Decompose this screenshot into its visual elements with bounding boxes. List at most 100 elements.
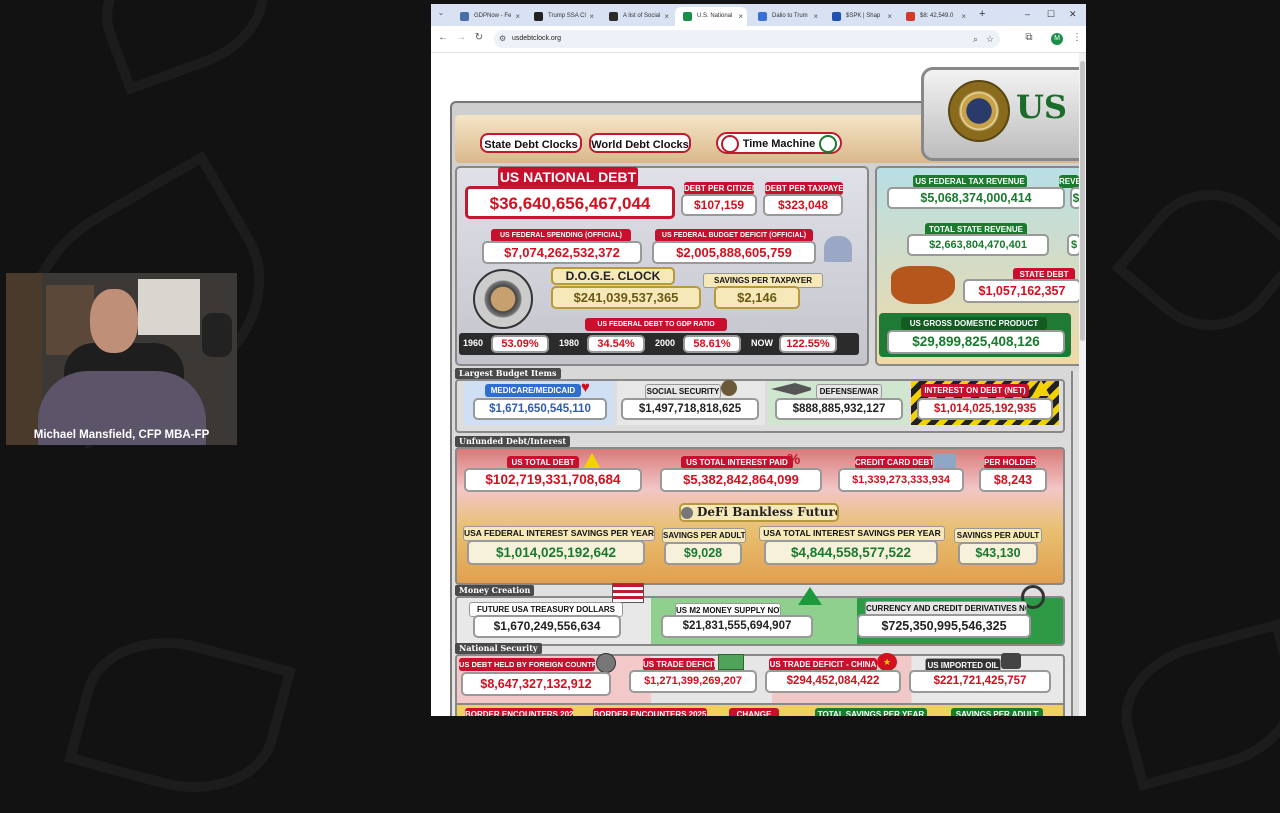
page-scrollbar[interactable]	[1079, 53, 1086, 716]
budget-deficit-value: $2,005,888,605,759	[652, 241, 816, 264]
tab-favicon-icon	[609, 12, 618, 21]
social-security-value: $1,497,718,818,625	[621, 398, 759, 420]
tab-label: A list of Social	[623, 13, 661, 19]
foreign-held-value: $8,647,327,132,912	[461, 672, 611, 696]
china-flag-icon: ★	[877, 653, 897, 671]
fed-interest-savings-label: USA FEDERAL INTEREST SAVINGS PER YEAR	[463, 526, 655, 541]
tab-close-icon[interactable]: ×	[589, 7, 594, 26]
tab-label: U.S. National	[697, 13, 733, 19]
fed-interest-savings-value: $1,014,025,192,642	[467, 540, 645, 565]
social-security-label: SOCIAL SECURITY	[645, 384, 721, 399]
us-map-icon	[891, 266, 955, 304]
green-arrow-icon	[798, 587, 822, 605]
tax-revenue-value: $5,068,374,000,414	[887, 187, 1065, 209]
tab-label: $8: 42,549.0	[920, 13, 954, 19]
tab-close-icon[interactable]: ×	[664, 7, 669, 26]
defi-title-text: DeFi Bankless Future	[697, 505, 839, 519]
gdp-label: US GROSS DOMESTIC PRODUCT	[901, 317, 1047, 330]
presenter-head	[90, 289, 138, 353]
tab-1[interactable]: Trump SSA Cl ×	[526, 7, 598, 26]
savings-per-taxpayer-value: $2,146	[714, 286, 800, 309]
debt-per-citizen-value: $107,159	[681, 194, 757, 216]
savings-per-adult-value-2: $43,130	[958, 542, 1038, 565]
tab-close-icon[interactable]: ×	[515, 7, 520, 26]
scrollbar-thumb[interactable]	[1080, 61, 1085, 341]
doge-seal-icon	[473, 269, 533, 329]
total-interest-savings-label: USA TOTAL INTEREST SAVINGS PER YEAR	[759, 526, 945, 541]
tab-2[interactable]: A list of Social ×	[601, 7, 673, 26]
state-debt-clocks-button[interactable]: State Debt Clocks	[480, 133, 582, 153]
federal-spending-value: $7,074,262,532,372	[482, 241, 642, 264]
background-leaf	[82, 0, 288, 96]
back-icon[interactable]: ←	[437, 32, 449, 43]
tab-label: GDPNow - Fe	[474, 13, 512, 19]
derivatives-value: $725,350,995,546,325	[857, 614, 1031, 638]
debt-to-gdp-row: 1960 53.09% 1980 34.54% 2000 58.61% NOW 122.55%	[459, 333, 859, 355]
presenter-caption: Michael Mansfield, CFP MBA-FP	[33, 429, 210, 441]
tab-5[interactable]: $SPK | Shap ×	[824, 7, 896, 26]
reload-icon[interactable]: ↻	[473, 32, 485, 43]
credit-card-icon	[934, 454, 956, 468]
per-holder-value: $8,243	[979, 468, 1047, 492]
tab-0[interactable]: GDPNow - Fe ×	[452, 7, 524, 26]
gdp-ratio-year: 2000	[655, 338, 676, 348]
time-machine-button[interactable]: Time Machine	[716, 132, 842, 154]
border-2025-label: BORDER ENCOUNTERS 2025	[593, 708, 707, 716]
site-info-icon[interactable]: ⚙	[499, 30, 506, 48]
tab-close-icon[interactable]: ×	[813, 7, 818, 26]
gdp-ratio-value: 58.61%	[683, 335, 741, 353]
browser-window: ⌄ GDPNow - Fe × Trump SSA Cl × A list of Soc…	[431, 4, 1086, 716]
interest-on-debt-label: INTEREST ON DEBT (NET)	[921, 384, 1029, 397]
site-title: US D	[1016, 88, 1079, 126]
tab-6[interactable]: $8: 42,549.0 ×	[898, 7, 970, 26]
tab-search-icon[interactable]: ⌄	[435, 8, 447, 17]
minimize-icon[interactable]: –	[1025, 9, 1030, 19]
time-machine-label: Time Machine	[742, 138, 816, 150]
background-leaf	[1106, 618, 1280, 792]
tab-favicon-icon	[832, 12, 841, 21]
gdp-ratio-year: 1960	[463, 338, 484, 348]
close-window-icon[interactable]: ✕	[1069, 9, 1077, 20]
world-debt-clocks-button[interactable]: World Debt Clocks	[589, 133, 691, 153]
gdp-ratio-value: 122.55%	[779, 335, 837, 353]
change-label: CHANGE	[729, 708, 779, 716]
debt-clock-page: US D State Debt Clocks World Debt Clocks…	[431, 53, 1079, 716]
debt-to-gdp-label: US FEDERAL DEBT TO GDP RATIO	[585, 318, 727, 331]
foreign-held-label: US DEBT HELD BY FOREIGN COUNTRIES	[459, 658, 595, 671]
tab-close-icon[interactable]: ×	[961, 7, 966, 26]
tab-bar: ⌄ GDPNow - Fe × Trump SSA Cl × A list of Soc…	[431, 4, 1086, 26]
time-forward-icon	[819, 135, 837, 153]
trade-deficit-value: $1,271,399,269,207	[629, 670, 757, 693]
dollar-bag-icon	[583, 453, 601, 469]
wall-board	[138, 279, 200, 335]
tab-close-icon[interactable]: ×	[738, 7, 743, 26]
gdp-ratio-value: 53.09%	[491, 335, 549, 353]
new-tab-icon[interactable]: +	[979, 8, 985, 20]
m2-supply-value: $21,831,555,694,907	[661, 615, 813, 638]
percent-icon: %	[787, 451, 801, 468]
tab-4[interactable]: Dalio to Trum ×	[750, 7, 822, 26]
address-bar[interactable]: ⚙ usdebtclock.org ⌕ ☆	[494, 30, 1000, 48]
tab-close-icon[interactable]: ×	[887, 7, 892, 26]
background-leaf	[63, 616, 297, 813]
total-interest-value: $5,382,842,864,099	[660, 468, 822, 492]
profile-avatar[interactable]: M	[1051, 33, 1063, 45]
logo-banner: US D	[921, 67, 1079, 161]
savings-per-adult-label-1: SAVINGS PER ADULT	[662, 528, 746, 543]
credit-card-value: $1,339,273,333,934	[838, 468, 964, 492]
us-flag-icon	[612, 583, 644, 603]
savings-adult-bottom-label: SAVINGS PER ADULT	[951, 708, 1043, 716]
extensions-icon[interactable]: ⧉	[1023, 32, 1035, 43]
maximize-icon[interactable]: ☐	[1047, 9, 1055, 20]
total-savings-label: TOTAL SAVINGS PER YEAR	[815, 708, 927, 716]
defense-value: $888,885,932,127	[775, 398, 903, 420]
headphones	[202, 313, 232, 357]
forward-icon[interactable]: →	[455, 32, 467, 43]
menu-icon[interactable]: ⋮	[1071, 32, 1083, 43]
bookmark-star-icon[interactable]: ☆	[986, 30, 994, 48]
state-revenue-value: $2,663,804,470,401	[907, 234, 1049, 256]
tab-3[interactable]: U.S. National ×	[675, 7, 747, 26]
total-interest-savings-value: $4,844,558,577,522	[764, 540, 938, 565]
zoom-icon[interactable]: ⌕	[973, 30, 978, 48]
revenue-cut-value: $	[1070, 187, 1079, 209]
